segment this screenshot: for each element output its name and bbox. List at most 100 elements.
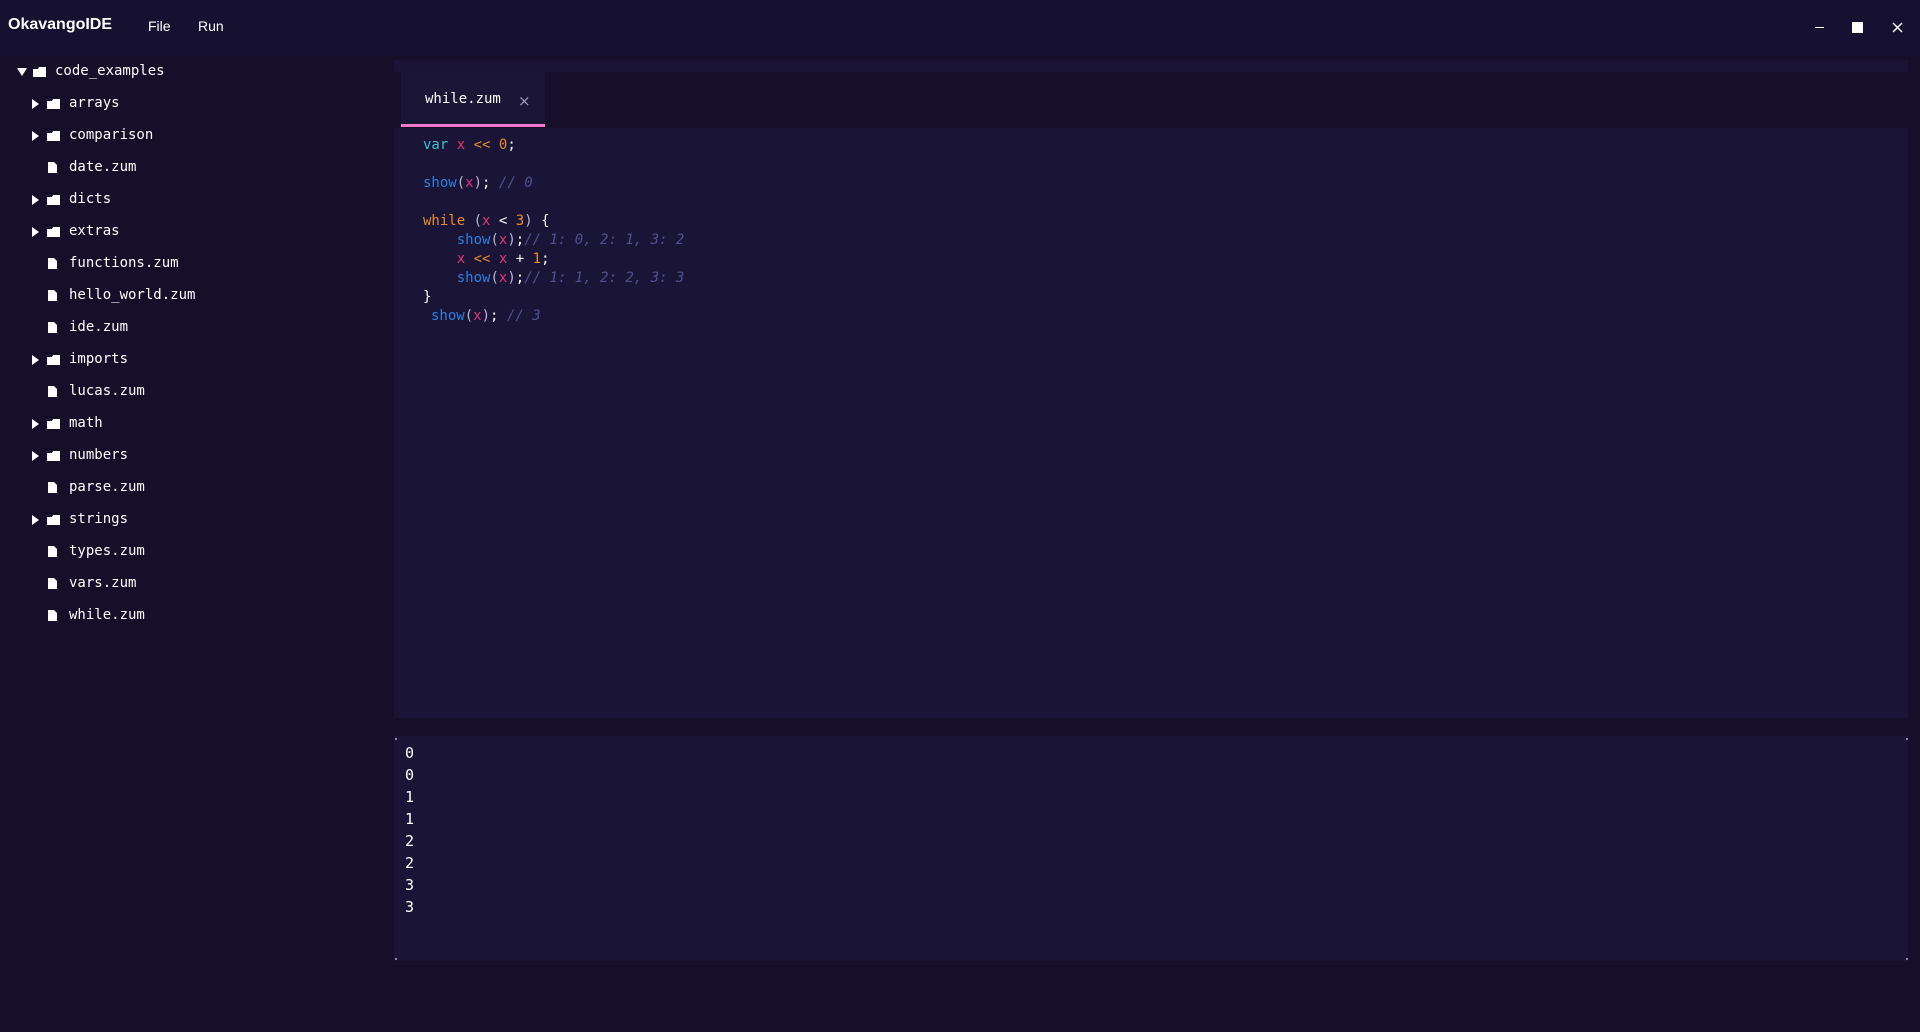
tab-bar bbox=[394, 72, 1908, 128]
tree-item-label: parse.zum bbox=[69, 479, 145, 495]
tree-folder[interactable]: imports bbox=[0, 348, 390, 372]
tree-folder[interactable]: numbers bbox=[0, 444, 390, 468]
maximize-icon bbox=[1851, 21, 1863, 33]
chevron-down-icon bbox=[17, 68, 27, 76]
code-line-7: } bbox=[423, 289, 432, 305]
chevron-right-icon bbox=[32, 195, 39, 205]
code-line-5: x << x + 1; bbox=[456, 251, 550, 267]
folder-icon bbox=[47, 195, 60, 205]
close-button[interactable] bbox=[1884, 14, 1910, 40]
chevron-right-icon bbox=[32, 131, 39, 141]
tree-item-label: math bbox=[69, 415, 103, 431]
console-corner bbox=[1906, 958, 1908, 960]
output-console[interactable] bbox=[394, 736, 1908, 961]
output-line: 0 bbox=[405, 744, 415, 762]
output-line: 1 bbox=[405, 810, 415, 828]
code-editor[interactable]: var x << 0; show(x); // 0 while (x < 3) … bbox=[423, 136, 684, 324]
folder-icon bbox=[47, 419, 60, 429]
file-icon bbox=[48, 322, 57, 333]
output-line: 3 bbox=[405, 876, 415, 894]
tree-file[interactable]: vars.zum bbox=[0, 572, 390, 596]
chevron-right-icon bbox=[32, 451, 39, 461]
chevron-right-icon bbox=[32, 515, 39, 525]
tree-file[interactable]: functions.zum bbox=[0, 252, 390, 276]
tree-item-label: functions.zum bbox=[69, 255, 179, 271]
tree-file[interactable]: while.zum bbox=[0, 604, 390, 628]
code-line-2: show(x); // 0 bbox=[423, 175, 533, 191]
tree-root-folder[interactable]: code_examples bbox=[0, 60, 390, 84]
folder-icon bbox=[47, 227, 60, 237]
file-icon bbox=[48, 578, 57, 589]
tree-file[interactable]: types.zum bbox=[0, 540, 390, 564]
minimize-button[interactable] bbox=[1806, 14, 1832, 40]
tree-file[interactable]: lucas.zum bbox=[0, 380, 390, 404]
file-icon bbox=[48, 162, 57, 173]
folder-icon bbox=[47, 99, 60, 109]
output-line: 2 bbox=[405, 832, 415, 850]
tree-item-label: imports bbox=[69, 351, 129, 367]
menu-run[interactable]: Run bbox=[198, 18, 224, 34]
chevron-right-icon bbox=[32, 419, 39, 429]
tree-item-label: arrays bbox=[69, 95, 120, 111]
tree-file[interactable]: parse.zum bbox=[0, 476, 390, 500]
chevron-right-icon bbox=[32, 355, 39, 365]
tree-folder[interactable]: math bbox=[0, 412, 390, 436]
close-icon bbox=[1891, 21, 1903, 33]
chevron-right-icon bbox=[32, 99, 39, 109]
app-title: OkavangoIDE bbox=[8, 16, 113, 33]
tree-folder[interactable]: arrays bbox=[0, 92, 390, 116]
console-corner bbox=[1906, 738, 1908, 740]
tree-folder[interactable]: extras bbox=[0, 220, 390, 244]
tree-item-label: types.zum bbox=[69, 543, 145, 559]
file-icon bbox=[48, 546, 57, 557]
tree-item-label: date.zum bbox=[69, 159, 137, 175]
tree-item-label: while.zum bbox=[69, 607, 145, 623]
tree-item-label: dicts bbox=[69, 191, 112, 207]
tree-folder[interactable]: strings bbox=[0, 508, 390, 532]
code-line-3: while (x < 3) { bbox=[423, 213, 550, 229]
tree-item-label: hello_world.zum bbox=[69, 287, 196, 303]
tree-item-label: numbers bbox=[69, 447, 129, 463]
tree-folder[interactable]: dicts bbox=[0, 188, 390, 212]
editor-pane[interactable] bbox=[394, 60, 1908, 718]
tree-file[interactable]: ide.zum bbox=[0, 316, 390, 340]
file-icon bbox=[48, 290, 57, 301]
tree-item-label: code_examples bbox=[55, 63, 165, 79]
maximize-button[interactable] bbox=[1844, 14, 1870, 40]
title-bar: OkavangoIDE File Run bbox=[0, 0, 1920, 56]
tree-folder[interactable]: comparison bbox=[0, 124, 390, 148]
tab-label: while.zum bbox=[425, 91, 501, 107]
file-icon bbox=[48, 386, 57, 397]
folder-icon bbox=[47, 131, 60, 141]
code-line-1: var x << 0; bbox=[423, 137, 516, 153]
file-icon bbox=[48, 610, 57, 621]
active-tab-indicator bbox=[401, 124, 545, 127]
output-line: 2 bbox=[405, 854, 415, 872]
chevron-right-icon bbox=[32, 227, 39, 237]
output-line: 1 bbox=[405, 788, 415, 806]
console-corner bbox=[395, 958, 397, 960]
tree-item-label: comparison bbox=[69, 127, 154, 143]
tree-file[interactable]: hello_world.zum bbox=[0, 284, 390, 308]
folder-icon bbox=[33, 67, 46, 77]
folder-icon bbox=[47, 451, 60, 461]
output-line: 0 bbox=[405, 766, 415, 784]
tree-file[interactable]: date.zum bbox=[0, 156, 390, 180]
tree-item-label: lucas.zum bbox=[69, 383, 145, 399]
folder-icon bbox=[47, 355, 60, 365]
minimize-icon bbox=[1814, 26, 1824, 28]
code-line-8: show(x); // 3 bbox=[431, 308, 541, 324]
tree-item-label: ide.zum bbox=[69, 319, 129, 335]
file-explorer: code_examples arrays comparison date.zum di… bbox=[0, 56, 390, 1032]
tree-item-label: strings bbox=[69, 511, 129, 527]
tree-item-label: extras bbox=[69, 223, 120, 239]
output-line: 3 bbox=[405, 898, 415, 916]
code-line-4: show(x);// 1: 0, 2: 1, 3: 2 bbox=[456, 232, 685, 248]
folder-icon bbox=[47, 515, 60, 525]
menu-file[interactable]: File bbox=[148, 18, 171, 34]
file-icon bbox=[48, 482, 57, 493]
code-line-6: show(x);// 1: 1, 2: 2, 3: 3 bbox=[456, 270, 685, 286]
tab-close-icon[interactable]: × bbox=[518, 92, 531, 110]
tree-item-label: vars.zum bbox=[69, 575, 137, 591]
console-corner bbox=[395, 738, 397, 740]
